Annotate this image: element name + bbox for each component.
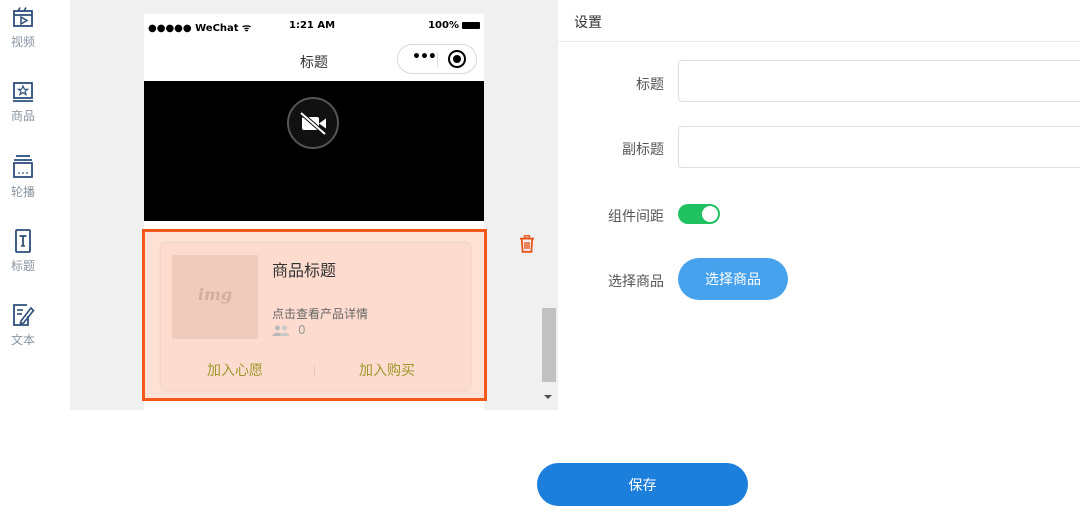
delete-icon[interactable] [519,235,535,257]
status-bar: ●●●●● WeChat ᯤ 1:21 AM 100% [144,14,484,36]
sidebar-item-carousel[interactable]: 轮播 [0,154,46,200]
product-description[interactable]: 点击查看产品详情 [272,305,368,322]
sidebar-item-label: 商品 [10,109,35,123]
add-to-cart-button[interactable]: 加入购买 [359,360,415,380]
sidebar-item-label: 视频 [10,35,35,49]
title-icon [15,229,31,253]
carrier-signal: ●●●●● WeChat ᯤ [148,23,252,34]
save-button[interactable]: 保存 [537,463,748,506]
add-to-wishlist-button[interactable]: 加入心愿 [207,360,263,380]
video-off-icon [287,97,339,149]
sidebar-item-video[interactable]: 视频 [0,6,46,50]
sidebar-item-title[interactable]: 标题 [0,228,46,274]
close-target-icon[interactable] [448,50,466,68]
battery-status: 100% [428,20,480,31]
status-time: 1:21 AM [289,20,336,31]
spacing-label: 组件间距 [608,209,664,225]
subtitle-label: 副标题 [622,142,664,158]
action-divider [314,366,315,376]
product-card[interactable]: img 商品标题 点击查看产品详情 0 加入心愿 加入购买 [161,243,470,390]
video-icon [13,7,33,27]
sidebar-item-product[interactable]: 商品 [0,80,46,124]
settings-title: 设置 [574,15,602,31]
title-input[interactable] [678,60,1080,102]
product-icon [13,82,33,102]
more-icon[interactable]: ••• [412,49,437,65]
settings-header: 设置 [558,0,1080,42]
selected-product-component[interactable]: img 商品标题 点击查看产品详情 0 加入心愿 加入购买 [142,229,487,401]
settings-panel: 设置 标题 副标题 组件间距 选择商品 选择商品 [558,0,1080,410]
users-icon [272,325,290,336]
carousel-icon [13,155,33,178]
card-actions: 加入心愿 加入购买 [161,360,470,382]
text-icon [13,304,35,326]
component-sidebar: 视频 商品 轮播 标题 文本 [0,0,46,523]
product-title: 商品标题 [272,261,337,280]
product-image-placeholder: img [172,255,258,339]
count-value: 0 [298,323,306,337]
scrollbar-thumb[interactable] [542,308,556,382]
capsule-divider [437,52,438,67]
sidebar-item-label: 标题 [10,259,35,273]
mini-program-navbar: 标题 ••• [144,36,484,81]
video-component[interactable] [144,81,484,221]
spacing-toggle[interactable] [678,204,720,224]
menu-capsule[interactable]: ••• [397,44,477,74]
canvas-scrollbar[interactable] [540,0,558,410]
sidebar-item-text[interactable]: 文本 [0,302,46,348]
select-product-label: 选择商品 [608,274,664,290]
sidebar-item-label: 文本 [10,333,35,347]
subtitle-input[interactable] [678,126,1080,168]
scroll-down-arrow-icon[interactable] [544,395,552,399]
battery-icon [462,21,480,29]
title-label: 标题 [636,77,664,93]
select-product-button[interactable]: 选择商品 [678,258,788,300]
sidebar-item-label: 轮播 [10,185,35,199]
